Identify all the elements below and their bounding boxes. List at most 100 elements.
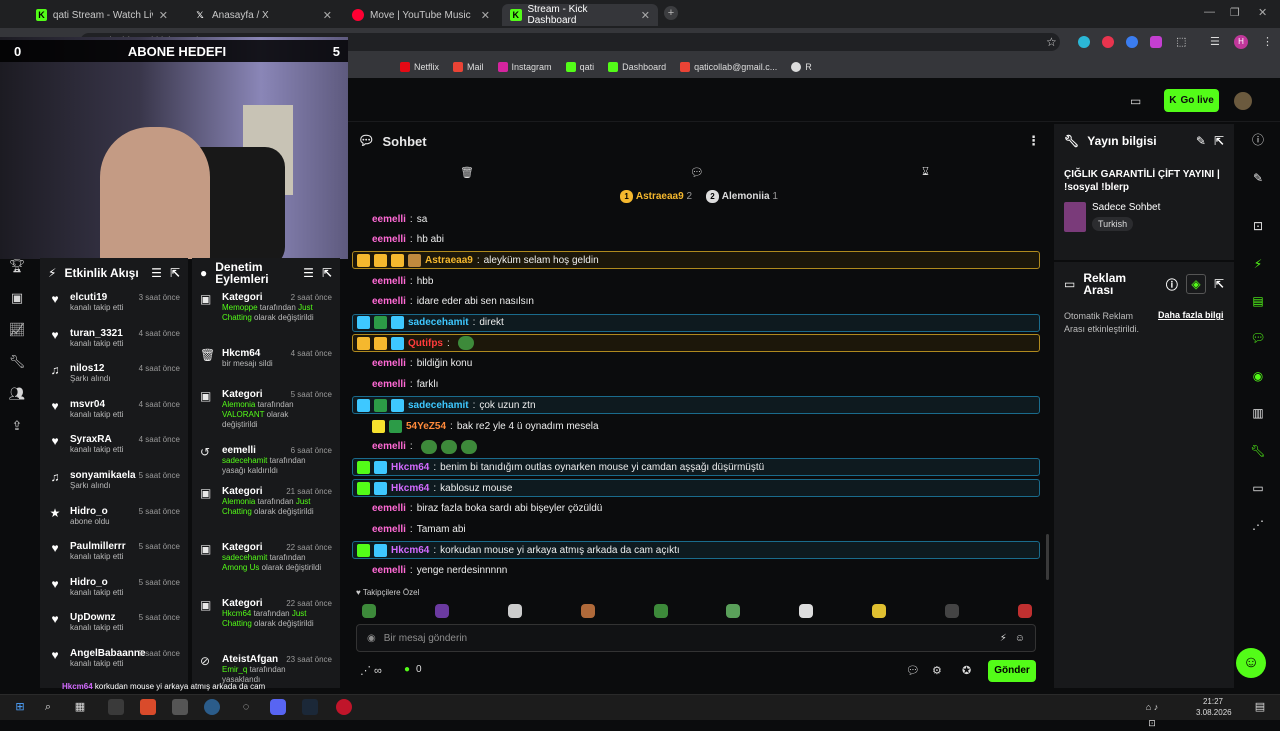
bookmark-netflix[interactable]: Netflix — [400, 62, 439, 72]
chat-username[interactable]: eemelli — [372, 296, 406, 307]
leaderboard-entry[interactable]: 1 Astraeaa9 2 — [620, 190, 692, 206]
chat-username[interactable]: eemelli — [372, 214, 406, 225]
bookmark-gmail-account[interactable]: qaticollab@gmail.c... — [680, 62, 777, 72]
emote-icon[interactable] — [580, 604, 595, 618]
task-view-icon[interactable]: ▦ — [72, 699, 88, 715]
chat-message[interactable]: eemelli: Tamam abi — [352, 521, 1040, 539]
emote-icon[interactable] — [872, 604, 887, 618]
trophy-icon[interactable]: 🏆︎ — [8, 258, 26, 276]
info-icon[interactable]: ⓘ — [1166, 276, 1178, 293]
chat-username[interactable]: eemelli — [372, 565, 406, 576]
go-live-button[interactable]: K Go live — [1164, 89, 1219, 112]
filter-icon[interactable]: ☰ — [151, 266, 162, 280]
tray-icons[interactable]: ⌂ ♪ ⊡ — [1144, 699, 1160, 728]
chat-mode-icon[interactable]: 💬︎ — [690, 166, 704, 179]
analytics-icon[interactable]: 📈︎ — [8, 322, 26, 340]
close-icon[interactable]: ✕ — [159, 9, 168, 22]
chat-message[interactable]: eemelli: sa — [352, 210, 1040, 228]
activity-event[interactable]: ♥ Paulmillerrr kanalı takip etti 5 saat … — [40, 537, 188, 573]
tab-kick-dashboard[interactable]: K Stream - Kick Dashboard ✕ — [502, 4, 658, 26]
activity-event[interactable]: ♥ turan_3321 kanalı takip etti 4 saat ön… — [40, 324, 188, 360]
moderation-item[interactable]: ↺ eemelli sadecehamit tarafından yasağı … — [192, 441, 340, 482]
app-icon[interactable] — [172, 699, 188, 715]
chat-username[interactable]: eemelli — [372, 234, 406, 245]
popout-icon[interactable]: ⇱ — [1214, 277, 1224, 291]
chat-message[interactable]: eemelli: idare eder abi sen nasılsın — [352, 293, 1040, 311]
clipboard-icon[interactable]: ▤ — [1248, 291, 1268, 311]
moderation-item[interactable]: ▣ Kategori Alemonia tarafından VALORANT … — [192, 385, 340, 441]
emote-icon[interactable] — [653, 604, 668, 618]
bolt-icon[interactable]: ⚡︎ — [1248, 254, 1268, 274]
chat-username[interactable]: sadecehamit — [408, 400, 469, 411]
wrench-icon[interactable]: 🔧︎ — [1248, 441, 1268, 461]
tab-youtube-music[interactable]: Move | YouTube Music ✕ — [344, 4, 498, 26]
app-icon[interactable] — [108, 699, 124, 715]
extension-icon[interactable] — [1126, 36, 1138, 48]
chat-message[interactable]: eemelli: hb abi — [352, 231, 1040, 249]
chat-message[interactable]: Hkcm64: benim bi tanıdığım outlas oynark… — [352, 458, 1040, 477]
edit-icon[interactable]: ✎ — [1196, 134, 1206, 148]
emote-icon[interactable] — [1017, 604, 1032, 618]
chat-username[interactable]: Qutifps — [408, 338, 443, 349]
broadcast-icon[interactable]: ◉ — [1248, 366, 1268, 386]
emote-picker-icon[interactable]: ⚡︎ — [1000, 633, 1007, 644]
emoji-icon[interactable]: ☺ — [1015, 633, 1025, 644]
edit-icon[interactable]: ✎ — [1248, 168, 1268, 188]
chat-scrollbar[interactable] — [1046, 534, 1049, 580]
window-minimize-button[interactable]: — — [1204, 6, 1215, 18]
chat-message[interactable]: eemelli: biraz fazla boka sardı abi bişe… — [352, 500, 1040, 518]
chat-message[interactable]: eemelli: yenge nerdesinnnnn — [352, 562, 1040, 580]
app-icon[interactable]: ◌ — [238, 699, 254, 715]
activity-event[interactable]: ♥ AngelBabaanne kanalı takip etti 5 saat… — [40, 644, 188, 680]
close-icon[interactable]: ✕ — [323, 9, 332, 22]
gear-icon[interactable]: ⚙ — [932, 664, 942, 677]
chat-message[interactable]: eemelli: farklı — [352, 376, 1040, 394]
preview-icon[interactable]: ▭ — [1130, 94, 1141, 108]
close-icon[interactable]: ✕ — [481, 9, 490, 22]
stack-icon[interactable]: ▥ — [1248, 403, 1268, 423]
profile-avatar[interactable]: H — [1234, 35, 1248, 49]
slow-mode-icon[interactable]: ⌛︎ — [922, 166, 929, 179]
chat-username[interactable]: Hkcm64 — [391, 545, 429, 556]
popout-icon[interactable]: ⇱ — [1214, 134, 1224, 148]
more-vert-icon[interactable]: ⋮ — [1027, 133, 1040, 149]
extension-icon[interactable] — [1102, 36, 1114, 48]
activity-event[interactable]: ★ Hidro_o abone oldu 5 saat önce — [40, 502, 188, 538]
chat-username[interactable]: eemelli — [372, 379, 406, 390]
chat-message[interactable]: Astraeaa9: aleyküm selam hoş geldin — [352, 251, 1040, 270]
moderation-item[interactable]: ▣ Kategori sadecehamit tarafından Among … — [192, 538, 340, 594]
chat-username[interactable]: eemelli — [372, 441, 406, 452]
tab-x-home[interactable]: 𝕏 Anasayfa / X ✕ — [186, 4, 340, 26]
chat-message[interactable]: Hkcm64: kablosuz mouse — [352, 479, 1040, 498]
window-close-button[interactable]: ✕ — [1258, 6, 1267, 19]
chat-message[interactable]: Qutifps: — [352, 334, 1040, 353]
activity-event[interactable]: ♥ elcuti19 kanalı takip etti 3 saat önce — [40, 288, 188, 324]
bookmark-star-icon[interactable]: ☆ — [1046, 35, 1057, 49]
activity-event[interactable]: ♥ SyraxRA kanalı takip etti 4 saat önce — [40, 430, 188, 466]
chat-username[interactable]: eemelli — [372, 358, 406, 369]
extension-icon[interactable] — [1078, 36, 1090, 48]
chat-username[interactable]: 54YeZ54 — [406, 421, 446, 432]
chat-username[interactable]: eemelli — [372, 503, 406, 514]
share-icon[interactable]: ⋰ — [1248, 515, 1268, 535]
chat-bubble-icon[interactable]: 💬︎ — [906, 664, 920, 677]
new-tab-button[interactable]: + — [664, 6, 678, 20]
bookmark-qati[interactable]: qati — [565, 62, 594, 72]
chat-message[interactable]: eemelli: hbb — [352, 272, 1040, 290]
window-maximize-button[interactable]: ❐ — [1230, 6, 1240, 19]
chat-username[interactable]: Hkcm64 — [391, 483, 429, 494]
badge-icon[interactable]: ✪ — [962, 664, 971, 677]
bookmark-instagram[interactable]: Instagram — [497, 62, 552, 72]
trash-icon[interactable]: 🗑︎ — [460, 166, 474, 179]
emote-icon[interactable] — [799, 604, 814, 618]
chat-username[interactable]: eemelli — [372, 524, 406, 535]
windows-start-icon[interactable]: ⊞ — [12, 699, 28, 715]
chat-username[interactable]: eemelli — [372, 276, 406, 287]
chat-username[interactable]: Astraeaa9 — [425, 255, 473, 266]
search-icon[interactable]: ⌕ — [40, 699, 56, 715]
more-vert-icon[interactable]: ⋮ — [1262, 35, 1273, 48]
activity-event[interactable]: ♥ UpDownz kanalı takip etti 5 saat önce — [40, 608, 188, 644]
bookmark-dashboard[interactable]: Dashboard — [608, 62, 666, 72]
extension-icon[interactable] — [1150, 36, 1162, 48]
moderation-item[interactable]: ▣ Kategori Alemonia tarafından Just Chat… — [192, 482, 340, 538]
